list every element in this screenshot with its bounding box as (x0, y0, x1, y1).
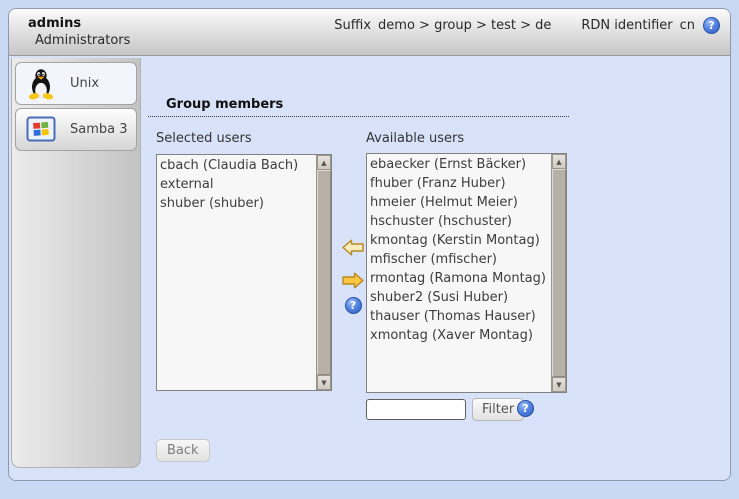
help-icon[interactable]: ? (703, 17, 720, 34)
suffix-label: Suffix (334, 18, 371, 33)
selected-users-scrollbar[interactable]: ▲ ▼ (316, 155, 331, 390)
list-item[interactable]: xmontag (Xaver Montag) (370, 326, 548, 345)
list-item[interactable]: shuber2 (Susi Huber) (370, 288, 548, 307)
list-item[interactable]: kmontag (Kerstin Montag) (370, 231, 548, 250)
tab-samba-3[interactable]: Samba 3 (15, 108, 137, 151)
windows-icon (25, 114, 57, 146)
scroll-down-button[interactable]: ▼ (317, 375, 331, 390)
list-item[interactable]: fhuber (Franz Huber) (370, 174, 548, 193)
panel-body: Unix Samba 3 Grou (9, 56, 730, 481)
right-arrow-icon (342, 272, 364, 293)
scroll-up-button[interactable]: ▲ (552, 154, 566, 169)
header-right: Suffix demo > group > test > de RDN iden… (334, 17, 720, 34)
list-item[interactable]: hmeier (Helmut Meier) (370, 193, 548, 212)
filter-input[interactable] (366, 399, 466, 420)
page: { "header": { "title": "admins", "subtit… (0, 0, 739, 499)
rdn-identifier-label: RDN identifier (581, 18, 672, 33)
members-help[interactable]: ? (341, 297, 365, 314)
left-arrow-icon (342, 239, 364, 260)
add-to-selected-button[interactable] (341, 239, 365, 260)
selected-users-listbox[interactable]: cbach (Claudia Bach)externalshuber (shub… (156, 154, 332, 391)
module-sidebar: Unix Samba 3 (11, 58, 141, 468)
tab-unix-label: Unix (70, 76, 99, 91)
help-icon[interactable]: ? (345, 297, 362, 314)
list-item[interactable]: ebaecker (Ernst Bäcker) (370, 155, 548, 174)
list-item[interactable]: external (160, 175, 313, 194)
selected-users-label: Selected users (156, 131, 252, 146)
page-title: admins (28, 16, 81, 31)
scroll-up-button[interactable]: ▲ (317, 155, 331, 170)
scrollbar-thumb[interactable] (317, 170, 331, 375)
available-users-scrollbar[interactable]: ▲ ▼ (551, 154, 566, 392)
list-item[interactable]: cbach (Claudia Bach) (160, 156, 313, 175)
section-title: Group members (148, 97, 569, 117)
list-item[interactable]: hschuster (hschuster) (370, 212, 548, 231)
tab-samba-3-label: Samba 3 (70, 122, 128, 137)
available-users-label: Available users (366, 131, 464, 146)
list-item[interactable]: thauser (Thomas Hauser) (370, 307, 548, 326)
list-item[interactable]: mfischer (mfischer) (370, 250, 548, 269)
title-bar: admins Administrators Suffix demo > grou… (9, 9, 730, 56)
page-subtitle: Administrators (35, 33, 130, 48)
scrollbar-thumb[interactable] (552, 169, 566, 377)
tux-icon (25, 68, 57, 100)
available-users-items: ebaecker (Ernst Bäcker)fhuber (Franz Hub… (367, 154, 551, 392)
suffix-value: demo > group > test > de (378, 18, 551, 33)
scroll-down-button[interactable]: ▼ (552, 377, 566, 392)
selected-users-items: cbach (Claudia Bach)externalshuber (shub… (157, 155, 316, 390)
back-button[interactable]: Back (156, 439, 210, 462)
help-icon[interactable]: ? (517, 400, 534, 417)
available-users-listbox[interactable]: ebaecker (Ernst Bäcker)fhuber (Franz Hub… (366, 153, 567, 393)
main-window: admins Administrators Suffix demo > grou… (8, 8, 731, 481)
rdn-identifier-value: cn (680, 18, 695, 33)
list-item[interactable]: rmontag (Ramona Montag) (370, 269, 548, 288)
list-item[interactable]: shuber (shuber) (160, 194, 313, 213)
remove-from-selected-button[interactable] (341, 272, 365, 293)
tab-unix[interactable]: Unix (15, 62, 137, 105)
